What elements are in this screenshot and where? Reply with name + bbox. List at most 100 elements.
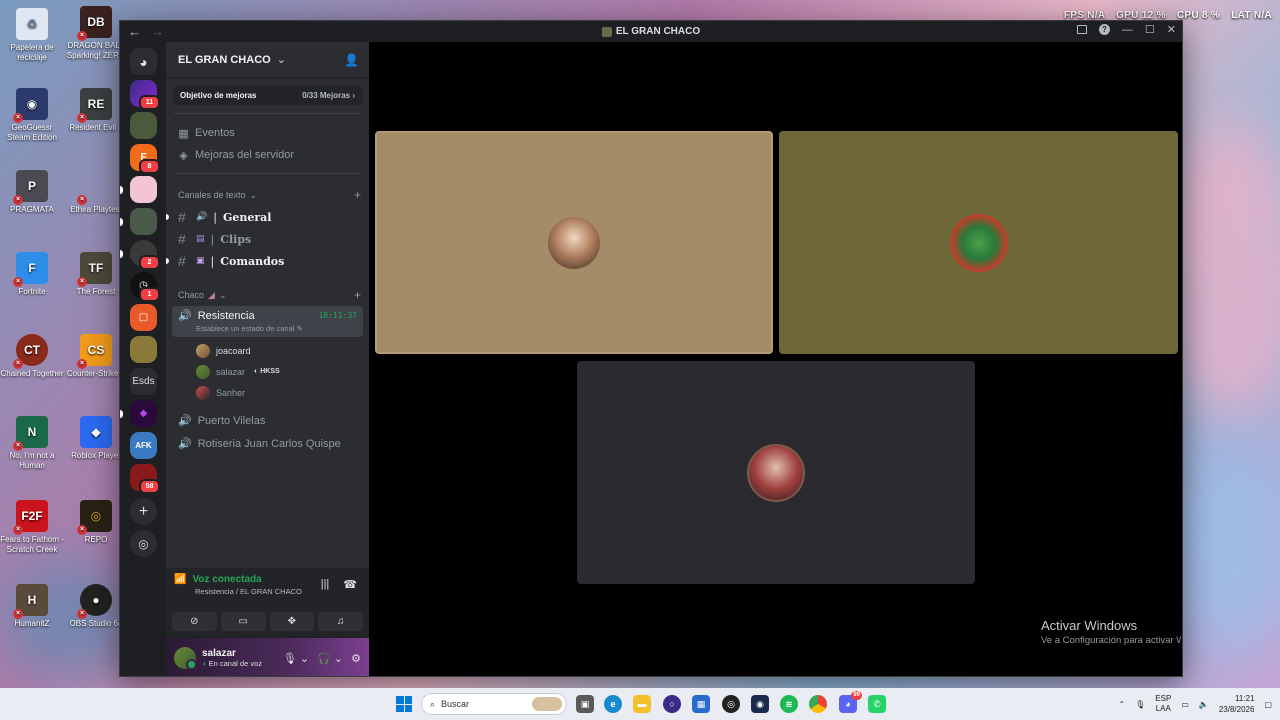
hashtag-icon: #	[178, 231, 186, 247]
server-icon[interactable]: 11	[130, 80, 160, 110]
channel-status[interactable]: Establece un estado de canal ✎	[196, 324, 358, 333]
server-icon[interactable]	[130, 112, 157, 139]
desktop-icon-fears-to-fathom[interactable]: F2F × Fears to Fathom - Scratch Creek	[0, 500, 64, 555]
task-view-icon[interactable]: ▣	[576, 695, 594, 713]
desktop-icon-pragmata[interactable]: P × PRAGMATA	[0, 170, 64, 215]
server-icon[interactable]: ▢	[130, 304, 157, 331]
server-icon[interactable]: F8	[130, 144, 160, 174]
deafen-button[interactable]: 🎧 ⌄	[317, 652, 343, 665]
camera-button[interactable]: ⊘	[172, 612, 217, 631]
divider	[174, 173, 361, 174]
add-server-icon[interactable]: +	[130, 498, 157, 525]
chevron-up-icon[interactable]: ⌃	[1118, 700, 1125, 709]
noise-suppression-icon[interactable]: |||	[321, 578, 330, 591]
events-link[interactable]: ▦ Eventos	[166, 122, 369, 144]
server-icon[interactable]: ◆	[130, 400, 157, 427]
server-header[interactable]: EL GRAN CHACO ⌄ 👤	[166, 42, 369, 78]
activities-button[interactable]: ✥	[269, 612, 315, 631]
steam-icon[interactable]: ◉	[751, 695, 769, 713]
microphone-icon[interactable]: 🎙	[1135, 700, 1145, 709]
server-icon[interactable]: 2	[130, 240, 160, 270]
server-icon[interactable]	[130, 176, 157, 203]
store-icon[interactable]: ▦	[692, 695, 710, 713]
channel-clips[interactable]: # ▤ | Clips	[166, 228, 369, 250]
avatar[interactable]	[174, 647, 197, 670]
screen-share-button[interactable]: ▭	[220, 612, 266, 631]
channel-sidebar: EL GRAN CHACO ⌄ 👤 Objetivo de mejoras 0/…	[166, 42, 369, 676]
server-icon[interactable]	[130, 208, 157, 235]
language-indicator[interactable]: ESP LAA	[1155, 694, 1171, 714]
edge-icon[interactable]: e	[604, 695, 622, 713]
activate-windows-watermark: Activar Windows Ve a Configuración para …	[1041, 618, 1181, 646]
back-arrow-icon[interactable]: ←	[128, 24, 141, 39]
whatsapp-icon[interactable]: ✆	[868, 695, 886, 713]
discover-icon[interactable]: ◎	[130, 530, 157, 557]
roblox-icon: ◆	[80, 416, 112, 448]
server-icon[interactable]: 58	[130, 464, 160, 494]
participant-tile[interactable]	[375, 131, 773, 354]
voice-user[interactable]: Sanher	[166, 382, 369, 403]
channel-comandos[interactable]: # ▣ | Comandos	[166, 250, 369, 272]
voice-channel-puerto-vilelas[interactable]: 🔊 Puerto Vilelas	[166, 409, 369, 432]
speaker-icon: 🔊	[178, 310, 192, 322]
server-boosts-link[interactable]: ◈ Mejoras del servidor	[166, 144, 369, 166]
discord-window: ← → EL GRAN CHACO ? — ☐ ✕ ◕ 11 F8 2 ◷ 1 ▢…	[119, 20, 1183, 677]
game-icon: TF ×	[77, 252, 112, 287]
clan-tag: ◐ HKSS	[251, 367, 283, 376]
participant-avatar	[747, 443, 805, 502]
voice-timer: 18:11:37	[318, 311, 357, 320]
maximize-button[interactable]: ☐	[1145, 23, 1155, 36]
minimize-button[interactable]: —	[1122, 24, 1133, 36]
desktop-icon-chained-together[interactable]: CT × Chained Together	[0, 334, 64, 379]
voice-category[interactable]: Chaco ◢ ⌄ +	[166, 286, 369, 304]
discord-home-icon[interactable]: ◕	[130, 48, 157, 75]
help-icon[interactable]: ?	[1098, 24, 1110, 35]
create-channel-icon[interactable]: +	[354, 188, 361, 202]
inbox-icon[interactable]	[1076, 25, 1087, 34]
desktop-icon-geoguessr[interactable]: ◉ × GeoGuessr Steam Edition	[0, 88, 64, 143]
participant-tile[interactable]	[779, 131, 1178, 354]
server-icon[interactable]: AFK	[130, 432, 157, 459]
desktop-icon-recycle-bin[interactable]: ♻ Papelera de reciclaje	[0, 8, 64, 63]
discord-taskbar-icon[interactable]: ◕ 99	[839, 691, 862, 713]
server-icon[interactable]	[130, 336, 157, 363]
settings-button[interactable]: ⚙	[351, 652, 361, 665]
create-channel-icon[interactable]: +	[354, 288, 361, 302]
recycle-bin-icon: ♻	[16, 8, 48, 40]
server-icon[interactable]: ◷ 1	[130, 272, 160, 302]
server-icon[interactable]: Esds	[130, 368, 157, 395]
file-explorer-icon[interactable]: ▬	[633, 695, 651, 713]
clock[interactable]: 11:21 23/8/2026	[1219, 693, 1255, 715]
forward-arrow-icon[interactable]: →	[151, 24, 164, 39]
spotify-icon[interactable]: ≋	[780, 695, 798, 713]
close-button[interactable]: ✕	[1167, 23, 1176, 36]
desktop-icon-no-im-not-a-human[interactable]: N × No, I'm not a Human	[0, 416, 64, 471]
activities-icon: ✥	[287, 616, 297, 627]
boost-goal-bar[interactable]: Objetivo de mejoras 0/33 Mejoras ›	[173, 86, 362, 105]
soundboard-button[interactable]: ♫	[318, 612, 363, 631]
voice-user[interactable]: joacoard	[166, 340, 369, 361]
channel-general[interactable]: # 🔊 | General	[166, 206, 369, 228]
monitor-icon[interactable]: ▭	[1181, 700, 1189, 709]
participant-tile[interactable]	[577, 361, 975, 584]
game-icon: F ×	[13, 252, 48, 287]
add-user-icon[interactable]: 👤	[344, 53, 359, 67]
chrome-icon[interactable]	[809, 695, 827, 713]
app-icon[interactable]: ◎	[722, 695, 740, 713]
text-category[interactable]: Canales de texto ⌄ +	[166, 186, 369, 204]
voice-user[interactable]: salazar ◐ HKSS	[166, 361, 369, 382]
server-icon	[601, 26, 612, 37]
desktop-icon-humanitz[interactable]: H × HumanitZ	[0, 584, 64, 629]
voice-channel-rotiseria[interactable]: 🔊 Rotiseria Juan Carlos Quispe	[166, 432, 369, 455]
title-bar: ← → EL GRAN CHACO ? — ☐ ✕	[120, 21, 1182, 42]
windows-start-icon[interactable]	[396, 696, 412, 712]
voice-channel-resistencia[interactable]: 🔊 Resistencia 18:11:37 Establece un esta…	[172, 306, 363, 337]
mute-button[interactable]: 🎙 ⌄	[283, 652, 309, 665]
notifications-icon[interactable]: ▢	[1264, 700, 1272, 709]
app-icon[interactable]: ○	[663, 695, 681, 713]
taskbar-search[interactable]: ⌕ Buscar	[421, 693, 567, 715]
disconnect-icon[interactable]: ☎	[343, 578, 357, 591]
voice-connection-panel: 📶 Voz conectada Resistencia / EL GRAN CH…	[166, 568, 369, 638]
desktop-icon-fortnite[interactable]: F × Fortnite	[0, 252, 64, 297]
volume-icon[interactable]: 🔈	[1199, 700, 1209, 709]
